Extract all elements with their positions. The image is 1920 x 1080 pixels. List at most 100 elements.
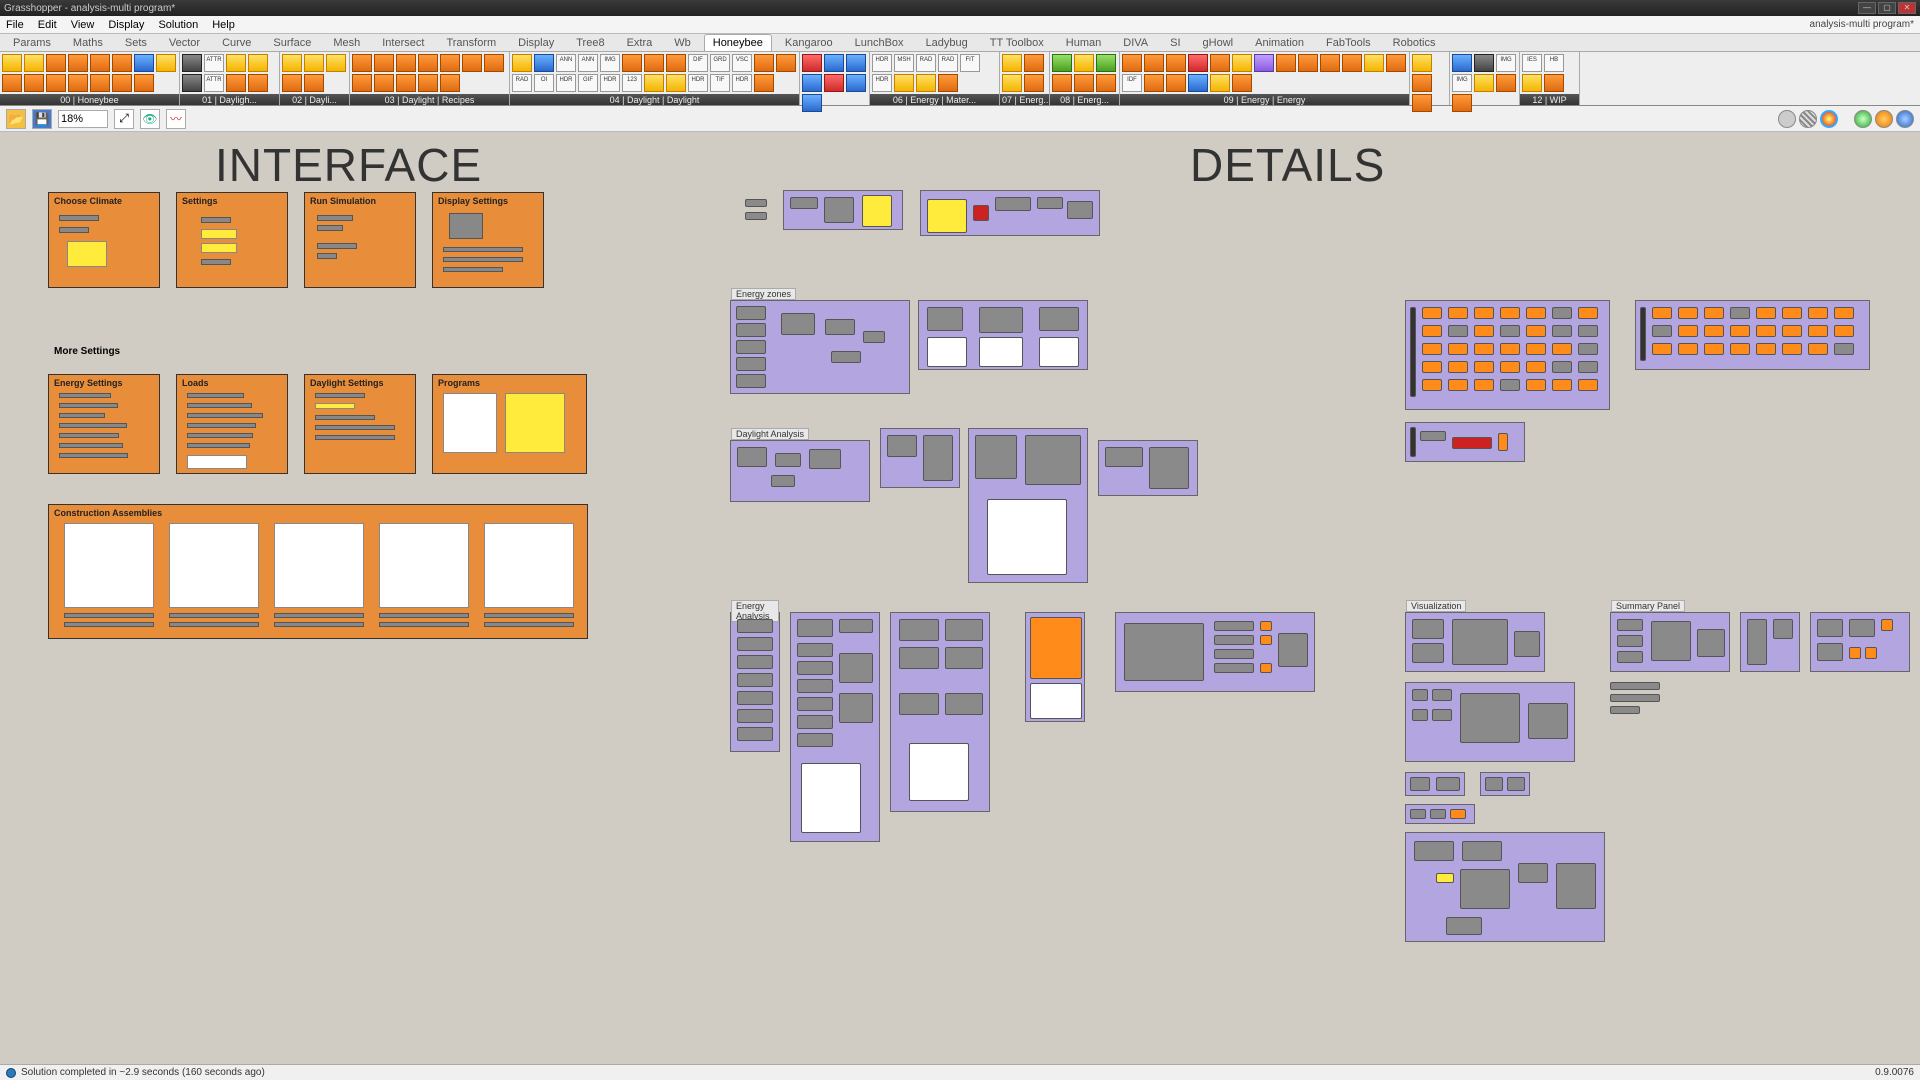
ribbon-icon[interactable] [1320,54,1340,72]
ribbon-icon[interactable] [46,74,66,92]
group-choose-climate[interactable]: Choose Climate [48,192,160,288]
ribbon-icon[interactable] [894,74,914,92]
group-summary-panel[interactable]: Summary Panel [1610,612,1730,672]
ribbon-icon[interactable] [1412,54,1432,72]
ribbon-icon[interactable]: GIF [578,74,598,92]
ribbon-icon[interactable]: HDR [556,74,576,92]
tab-honeybee[interactable]: Honeybee [704,34,772,51]
shade-red-icon[interactable] [1820,110,1838,128]
ribbon-icon[interactable] [2,74,22,92]
ribbon-icon[interactable] [462,54,482,72]
ribbon-icon[interactable] [68,74,88,92]
canvas[interactable]: INTERFACE DETAILS Choose ClimateSettings… [0,132,1920,1059]
tab-params[interactable]: Params [4,34,60,51]
ribbon-icon[interactable] [534,54,554,72]
component[interactable] [745,212,767,220]
zoom-input[interactable] [58,110,108,128]
ribbon-icon[interactable] [1024,54,1044,72]
ribbon-icon[interactable]: HDR [872,54,892,72]
ribbon-icon[interactable] [1232,74,1252,92]
ribbon-icon[interactable] [1024,74,1044,92]
ribbon-icon[interactable] [68,54,88,72]
ribbon-icon[interactable] [282,74,302,92]
group[interactable] [1115,612,1315,692]
ribbon-icon[interactable]: FIT [960,54,980,72]
ribbon-icon[interactable] [644,54,664,72]
preview-green-icon[interactable] [1854,110,1872,128]
group-loads[interactable]: Loads [176,374,288,474]
group[interactable] [918,300,1088,370]
group[interactable] [1740,612,1800,672]
ribbon-icon[interactable] [1096,74,1116,92]
tab-surface[interactable]: Surface [264,34,320,51]
group-run-simulation[interactable]: Run Simulation [304,192,416,288]
component[interactable] [1610,706,1640,714]
ribbon-icon[interactable] [1474,54,1494,72]
shade-flat-icon[interactable] [1778,110,1796,128]
ribbon-icon[interactable]: OI [534,74,554,92]
ribbon-icon[interactable] [304,74,324,92]
ribbon-icon[interactable] [440,54,460,72]
ribbon-icon[interactable] [824,74,844,92]
tab-si[interactable]: SI [1161,34,1189,51]
ribbon-icon[interactable] [440,74,460,92]
ribbon-icon[interactable] [754,54,774,72]
ribbon-icon[interactable] [418,54,438,72]
ribbon-icon[interactable] [134,54,154,72]
ribbon-icon[interactable]: RAD [938,54,958,72]
zoom-extents-button[interactable]: ⤢ [114,109,134,129]
tab-human[interactable]: Human [1057,34,1110,51]
group[interactable] [1635,300,1870,370]
ribbon-icon[interactable]: ANN [578,54,598,72]
ribbon-icon[interactable] [916,74,936,92]
group[interactable] [890,612,990,812]
tab-curve[interactable]: Curve [213,34,260,51]
ribbon-icon[interactable] [1002,74,1022,92]
group[interactable] [783,190,903,230]
component[interactable] [745,199,767,207]
group[interactable] [1098,440,1198,496]
ribbon-icon[interactable]: IMG [1452,74,1472,92]
ribbon-icon[interactable] [1166,54,1186,72]
ribbon-icon[interactable] [1474,74,1494,92]
group-daylight-settings[interactable]: Daylight Settings [304,374,416,474]
ribbon-icon[interactable] [622,54,642,72]
tab-animation[interactable]: Animation [1246,34,1313,51]
ribbon-icon[interactable]: MSH [894,54,914,72]
ribbon-icon[interactable]: 123 [622,74,642,92]
ribbon-icon[interactable] [1210,54,1230,72]
group-daylight-analysis[interactable]: Daylight Analysis [730,440,870,502]
group[interactable] [968,428,1088,583]
ribbon-icon[interactable] [1144,74,1164,92]
ribbon-icon[interactable] [846,74,866,92]
ribbon-icon[interactable] [938,74,958,92]
ribbon-icon[interactable] [248,54,268,72]
ribbon-icon[interactable] [182,74,202,92]
ribbon-icon[interactable] [1188,54,1208,72]
ribbon-icon[interactable] [1412,94,1432,112]
ribbon-icon[interactable]: HB [1544,54,1564,72]
component[interactable] [1610,682,1660,690]
ribbon-icon[interactable] [24,74,44,92]
ribbon-icon[interactable] [802,74,822,92]
preview-toggle[interactable]: 👁 [140,109,160,129]
ribbon-icon[interactable] [846,54,866,72]
tab-ladybug[interactable]: Ladybug [917,34,977,51]
ribbon-icon[interactable] [1452,54,1472,72]
ribbon-icon[interactable]: HDR [600,74,620,92]
ribbon-icon[interactable] [1386,54,1406,72]
tab-maths[interactable]: Maths [64,34,112,51]
group[interactable] [1405,832,1605,942]
ribbon-icon[interactable] [304,54,324,72]
ribbon-icon[interactable] [666,54,686,72]
ribbon-icon[interactable] [1122,54,1142,72]
tab-kangaroo[interactable]: Kangaroo [776,34,842,51]
group-construction-assemblies[interactable]: Construction Assemblies [48,504,588,639]
tab-sets[interactable]: Sets [116,34,156,51]
ribbon-icon[interactable]: HDR [872,74,892,92]
open-button[interactable]: 📂 [6,109,26,129]
ribbon-icon[interactable]: ANN [556,54,576,72]
ribbon-icon[interactable] [1166,74,1186,92]
ribbon-icon[interactable] [802,94,822,112]
ribbon-icon[interactable]: RAD [512,74,532,92]
